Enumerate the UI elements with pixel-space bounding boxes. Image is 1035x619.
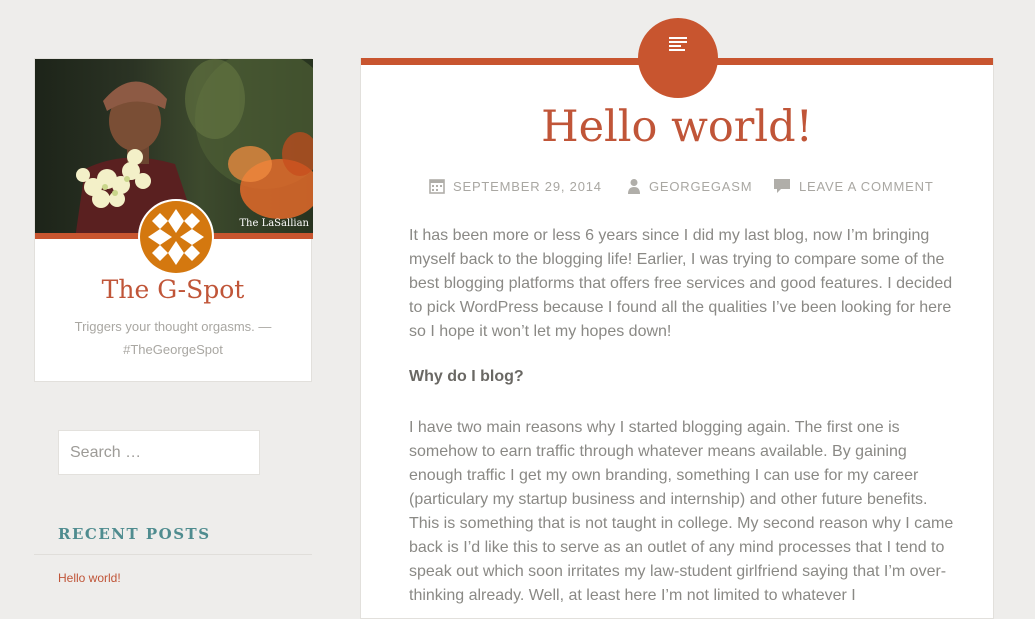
leave-comment-link[interactable]: LEAVE A COMMENT xyxy=(773,178,934,194)
leave-comment-text: LEAVE A COMMENT xyxy=(799,178,934,194)
user-icon xyxy=(628,179,640,194)
post-paragraph: It has been more or less 6 years since I… xyxy=(409,227,953,340)
post-date[interactable]: SEPTEMBER 29, 2014 xyxy=(429,178,602,194)
post-date-text: SEPTEMBER 29, 2014 xyxy=(453,178,602,194)
post-title[interactable]: Hello world! xyxy=(361,102,993,152)
profile-card: The LaSallian The G-Spot Triggers your t… xyxy=(34,58,313,382)
post-author[interactable]: GEORGEGASM xyxy=(627,178,752,194)
post-paragraph: I have two main reasons why I started bl… xyxy=(409,419,954,604)
post-subheading: Why do I blog? xyxy=(409,368,524,385)
site-title[interactable]: The G-Spot xyxy=(35,275,311,304)
geometric-avatar-icon xyxy=(140,201,212,273)
recent-posts-heading: RECENT POSTS xyxy=(58,525,211,543)
comment-icon xyxy=(774,179,790,193)
calendar-icon xyxy=(429,179,445,194)
recent-post-link[interactable]: Hello world! xyxy=(58,571,121,585)
search-input[interactable] xyxy=(58,430,260,475)
site-tagline: Triggers your thought orgasms. — #TheGeo… xyxy=(74,319,272,357)
post-author-text: GEORGEGASM xyxy=(649,178,753,194)
text-lines-icon xyxy=(669,37,687,51)
post-article: Hello world! SEPTEMBER 29, 2014 GEORGEGA… xyxy=(360,18,994,619)
photo-credit: The LaSallian xyxy=(239,218,309,229)
recent-posts-divider xyxy=(34,554,312,555)
post-format-badge[interactable] xyxy=(638,18,718,98)
avatar[interactable] xyxy=(138,199,214,275)
